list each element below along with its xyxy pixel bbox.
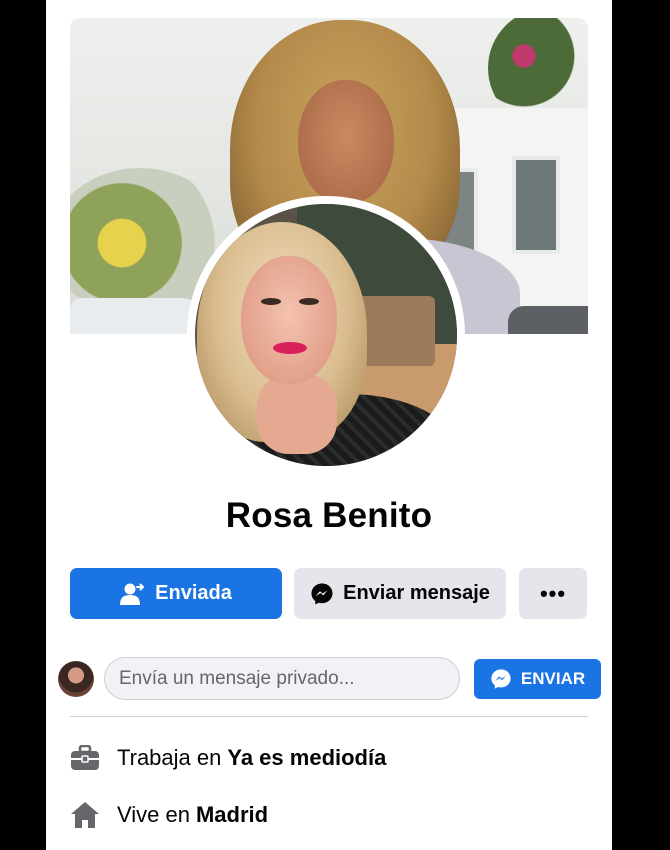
work-value[interactable]: Ya es mediodía <box>227 745 386 771</box>
profile-card: Rosa Benito Enviada Enviar mensaje ••• E… <box>46 0 612 850</box>
send-message-label: Enviar mensaje <box>343 582 490 604</box>
profile-picture[interactable] <box>195 204 457 466</box>
send-private-message-label: ENVIAR <box>520 669 586 688</box>
home-value[interactable]: Madrid <box>196 802 268 828</box>
home-icon <box>70 801 100 829</box>
more-icon: ••• <box>539 580 567 606</box>
work-info: Trabaja en Ya es mediodía <box>70 741 386 775</box>
divider <box>70 716 588 717</box>
send-private-message-button[interactable]: ENVIAR <box>474 659 601 699</box>
briefcase-icon <box>70 745 100 771</box>
friend-request-label: Enviada <box>155 582 232 604</box>
user-check-icon <box>120 582 146 606</box>
my-avatar <box>58 661 94 697</box>
send-message-button[interactable]: Enviar mensaje <box>294 568 506 619</box>
home-prefix: Vive en <box>117 802 190 827</box>
friend-request-sent-button[interactable]: Enviada <box>70 568 282 619</box>
work-prefix: Trabaja en <box>117 745 222 770</box>
private-message-input[interactable] <box>104 657 460 700</box>
home-info: Vive en Madrid <box>70 798 268 832</box>
profile-name: Rosa Benito <box>225 496 433 535</box>
more-options-button[interactable]: ••• <box>519 568 587 619</box>
messenger-icon <box>490 668 512 690</box>
messenger-icon <box>310 582 334 606</box>
